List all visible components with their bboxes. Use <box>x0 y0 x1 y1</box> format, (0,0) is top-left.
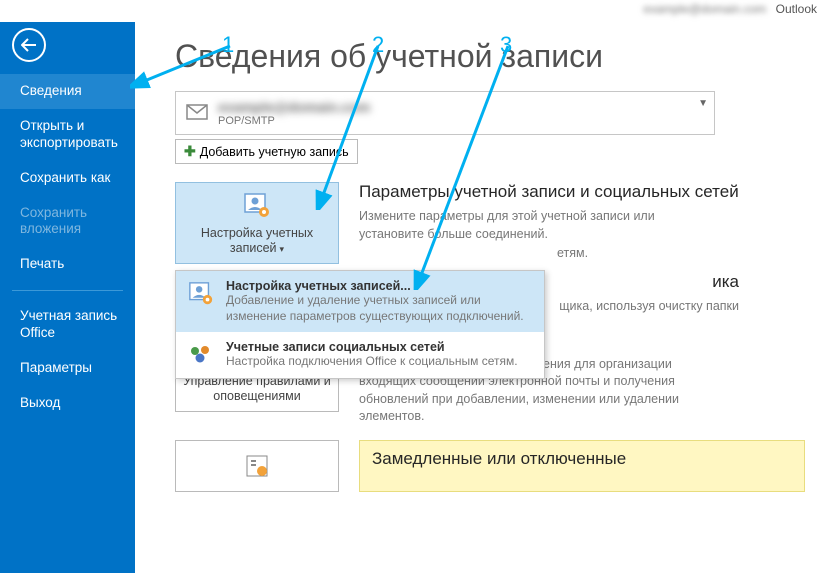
arrow-left-icon <box>21 37 37 53</box>
section-account-settings: Настройка учетных записей▾ Параметры уче… <box>175 182 805 264</box>
addins-warning: Замедленные или отключенные <box>359 440 805 492</box>
nav-office-account[interactable]: Учетная запись Office <box>0 299 135 351</box>
account-icon <box>184 100 210 126</box>
app-name: Outlook <box>776 2 817 16</box>
account-protocol: POP/SMTP <box>218 115 370 127</box>
nav-separator <box>12 290 123 291</box>
back-button[interactable] <box>12 28 46 62</box>
nav-info[interactable]: Сведения <box>0 74 135 109</box>
menu-item-social-accounts[interactable]: Учетные записи социальных сетей Настройк… <box>176 332 544 378</box>
nav-exit[interactable]: Выход <box>0 386 135 421</box>
backstage-sidebar: Сведения Открыть и экспортировать Сохран… <box>0 22 135 573</box>
chevron-down-icon: ▼ <box>698 98 708 109</box>
add-account-button[interactable]: ✚ Добавить учетную запись <box>175 139 358 164</box>
nav-save-as[interactable]: Сохранить как <box>0 161 135 196</box>
section-tail: етям. <box>359 245 719 263</box>
page-title: Сведения об учетной записи <box>175 38 805 75</box>
account-settings-icon <box>186 279 216 309</box>
chevron-down-icon: ▾ <box>280 244 285 254</box>
menu-item-account-settings[interactable]: Настройка учетных записей... Добавление … <box>176 271 544 332</box>
addins-button-stub[interactable] <box>175 440 339 492</box>
account-settings-button[interactable]: Настройка учетных записей▾ <box>175 182 339 264</box>
main-pane: Сведения об учетной записи example@domai… <box>135 22 827 573</box>
nav-open-export[interactable]: Открыть и экспортировать <box>0 109 135 161</box>
account-email-blur: example@domain.com <box>218 99 370 115</box>
section-heading: Параметры учетной записи и социальных се… <box>359 182 739 202</box>
section-addins: Замедленные или отключенные <box>175 440 805 492</box>
social-accounts-icon <box>186 340 216 370</box>
account-settings-menu: Настройка учетных записей... Добавление … <box>175 270 545 379</box>
account-selector[interactable]: example@domain.com POP/SMTP ▼ <box>175 91 715 135</box>
nav-print[interactable]: Печать <box>0 247 135 282</box>
account-settings-icon <box>241 190 273 222</box>
nav-save-attachments: Сохранить вложения <box>0 196 135 248</box>
addins-icon <box>243 452 271 480</box>
title-bar: example@domain.com Outlook <box>0 0 827 22</box>
nav-options[interactable]: Параметры <box>0 351 135 386</box>
plus-icon: ✚ <box>184 143 196 160</box>
account-name-blur: example@domain.com <box>643 2 766 16</box>
section-desc: Измените параметры для этой учетной запи… <box>359 208 719 243</box>
